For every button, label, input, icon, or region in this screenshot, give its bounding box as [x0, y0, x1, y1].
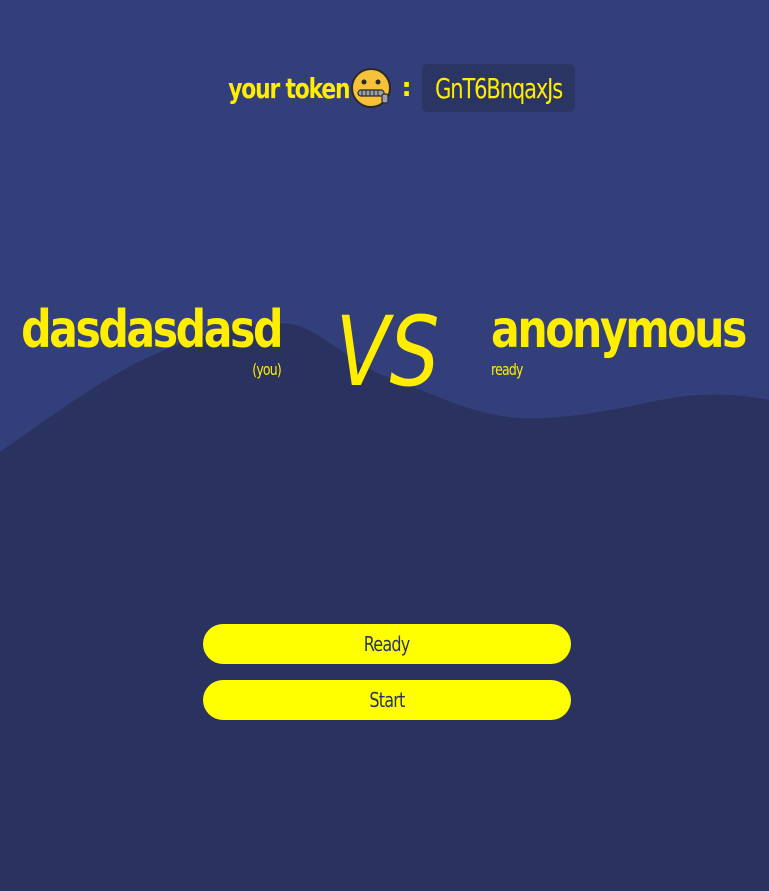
zipper-mouth-face-icon	[349, 66, 393, 110]
token-chip[interactable]: GnT6BnqaxJs	[421, 64, 575, 112]
token-separator: :	[401, 73, 412, 103]
start-button-label: Start	[369, 688, 405, 712]
player-left-name: dasdasdasd	[21, 300, 283, 360]
ready-button[interactable]: Ready	[203, 624, 571, 664]
token-value: GnT6BnqaxJs	[434, 71, 563, 105]
token-label: your token	[228, 71, 350, 105]
background-wave	[0, 0, 769, 891]
svg-text:VS: VS	[340, 296, 439, 408]
start-button[interactable]: Start	[203, 680, 571, 720]
ready-button-label: Ready	[364, 632, 410, 656]
token-row: your token : GnT6BnqaxJs	[0, 64, 769, 112]
player-right-name: anonymous	[491, 300, 747, 360]
player-right-status: ready	[491, 360, 523, 379]
player-left-status: (you)	[252, 360, 282, 379]
vs-label: VS	[340, 296, 439, 408]
player-right: anonymous ready	[491, 300, 769, 380]
player-left: dasdasdasd (you)	[0, 300, 283, 380]
